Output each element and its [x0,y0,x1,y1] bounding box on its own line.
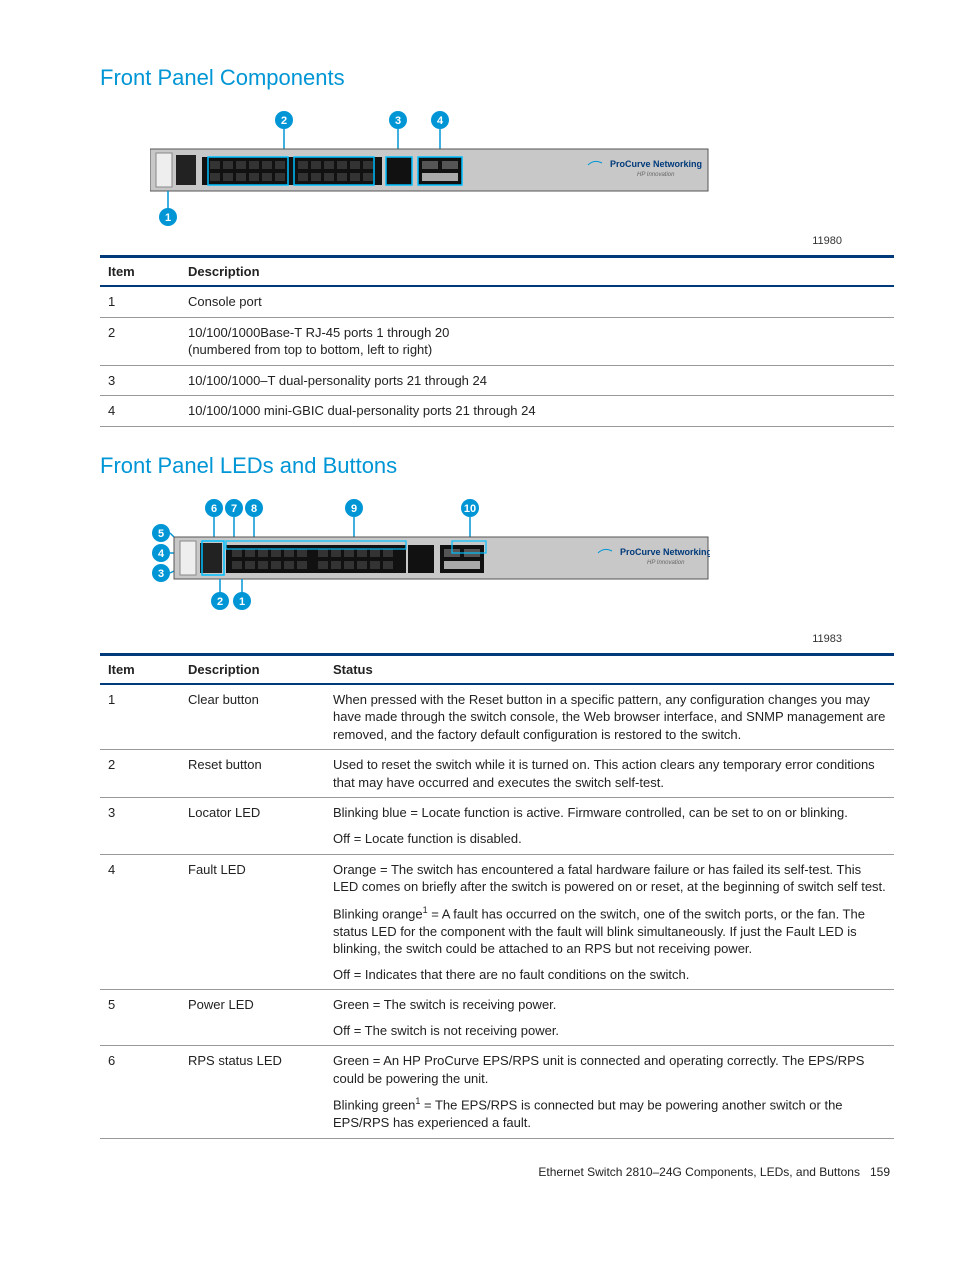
cell-item: 4 [100,396,180,427]
th-item: Item [100,257,180,287]
figure-front-panel-leds: 6 7 8 9 10 5 4 3 [150,497,894,627]
cell-desc: 10/100/1000Base-T RJ-45 ports 1 through … [180,317,894,365]
cell-desc: Console port [180,286,894,317]
cell-desc: Fault LED [180,854,325,990]
cell-item: 6 [100,1046,180,1139]
cell-desc: 10/100/1000 mini-GBIC dual-personality p… [180,396,894,427]
cell-item: 1 [100,286,180,317]
svg-text:4: 4 [158,548,165,560]
svg-text:HP Innovation: HP Innovation [647,560,685,566]
cell-desc: Clear button [180,684,325,750]
section-heading-leds: Front Panel LEDs and Buttons [100,453,894,479]
cell-item: 5 [100,990,180,1046]
svg-text:9: 9 [351,503,357,515]
figure-front-panel-components: 2 3 4 [150,109,894,229]
svg-text:5: 5 [158,528,164,540]
svg-text:HP Innovation: HP Innovation [637,172,675,178]
th-desc: Description [180,654,325,684]
cell-item: 2 [100,317,180,365]
table-components: Item Description 1Console port210/100/10… [100,255,894,427]
svg-text:3: 3 [158,568,164,580]
cell-status: Green = The switch is receiving power.Of… [325,990,894,1046]
table-row: 3Locator LEDBlinking blue = Locate funct… [100,798,894,854]
table-row: 1Console port [100,286,894,317]
callout-4: 4 [437,115,444,127]
brand-text: ProCurve Networking [610,159,702,169]
table-row: 2Reset buttonUsed to reset the switch wh… [100,750,894,798]
table-row: 5Power LEDGreen = The switch is receivin… [100,990,894,1046]
callout-3: 3 [395,115,401,127]
table-row: 4Fault LEDOrange = The switch has encoun… [100,854,894,990]
th-status: Status [325,654,894,684]
section-heading-components: Front Panel Components [100,65,894,91]
figure-id-1: 11980 [100,235,842,247]
cell-status: Blinking blue = Locate function is activ… [325,798,894,854]
svg-text:2: 2 [217,596,223,608]
th-desc: Description [180,257,894,287]
cell-item: 2 [100,750,180,798]
cell-status: When pressed with the Reset button in a … [325,684,894,750]
page-footer: Ethernet Switch 2810–24G Components, LED… [100,1165,894,1179]
cell-item: 4 [100,854,180,990]
callout-2: 2 [281,115,287,127]
svg-text:7: 7 [231,503,237,515]
svg-text:8: 8 [251,503,257,515]
figure-id-2: 11983 [100,633,842,645]
cell-desc: Reset button [180,750,325,798]
table-leds: Item Description Status 1Clear buttonWhe… [100,653,894,1139]
table-row: 410/100/1000 mini-GBIC dual-personality … [100,396,894,427]
page-number: 159 [870,1165,890,1179]
cell-status: Orange = The switch has encountered a fa… [325,854,894,990]
cell-item: 1 [100,684,180,750]
table-row: 1Clear buttonWhen pressed with the Reset… [100,684,894,750]
cell-item: 3 [100,365,180,396]
table-row: 310/100/1000–T dual-personality ports 21… [100,365,894,396]
cell-desc: RPS status LED [180,1046,325,1139]
cell-desc: Locator LED [180,798,325,854]
svg-text:6: 6 [211,503,217,515]
svg-text:10: 10 [464,503,476,515]
table-row: 6RPS status LEDGreen = An HP ProCurve EP… [100,1046,894,1139]
cell-status: Used to reset the switch while it is tur… [325,750,894,798]
svg-text:1: 1 [239,596,245,608]
svg-text:ProCurve Networking: ProCurve Networking [620,547,710,557]
cell-status: Green = An HP ProCurve EPS/RPS unit is c… [325,1046,894,1139]
cell-desc: 10/100/1000–T dual-personality ports 21 … [180,365,894,396]
th-item: Item [100,654,180,684]
table-row: 210/100/1000Base-T RJ-45 ports 1 through… [100,317,894,365]
cell-item: 3 [100,798,180,854]
callout-1: 1 [165,212,171,224]
cell-desc: Power LED [180,990,325,1046]
